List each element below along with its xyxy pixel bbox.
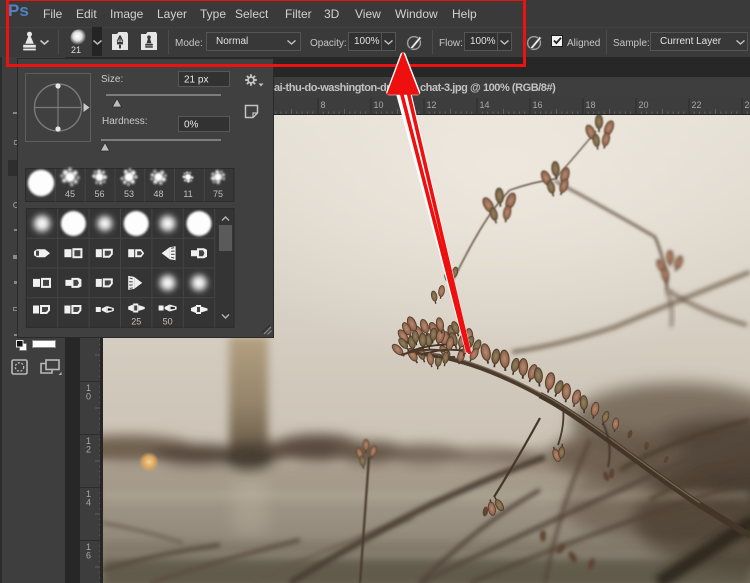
svg-text:53: 53 <box>124 189 134 199</box>
svg-text:2: 2 <box>86 445 91 455</box>
svg-text:0: 0 <box>86 392 91 402</box>
svg-text:48: 48 <box>153 189 163 199</box>
svg-text:21 px: 21 px <box>184 75 208 86</box>
svg-text:22: 22 <box>692 100 702 110</box>
svg-text:14: 14 <box>480 100 490 110</box>
svg-text:8: 8 <box>321 100 326 110</box>
svg-text:Size:: Size: <box>101 74 123 85</box>
svg-text:45: 45 <box>65 189 75 199</box>
svg-text:50: 50 <box>163 317 173 327</box>
svg-text:24: 24 <box>745 100 750 110</box>
svg-text:11: 11 <box>183 189 192 199</box>
svg-text:16: 16 <box>533 100 543 110</box>
svg-text:25: 25 <box>131 317 141 327</box>
svg-text:20: 20 <box>639 100 649 110</box>
svg-text:4: 4 <box>86 498 91 508</box>
svg-text:75: 75 <box>213 189 223 199</box>
svg-text:18: 18 <box>586 100 596 110</box>
svg-text:56: 56 <box>94 189 104 199</box>
svg-text:Hardness:: Hardness: <box>102 116 148 127</box>
svg-text:6: 6 <box>86 551 91 561</box>
svg-text:10: 10 <box>374 100 384 110</box>
svg-text:0%: 0% <box>184 120 199 131</box>
svg-text:12: 12 <box>427 100 437 110</box>
